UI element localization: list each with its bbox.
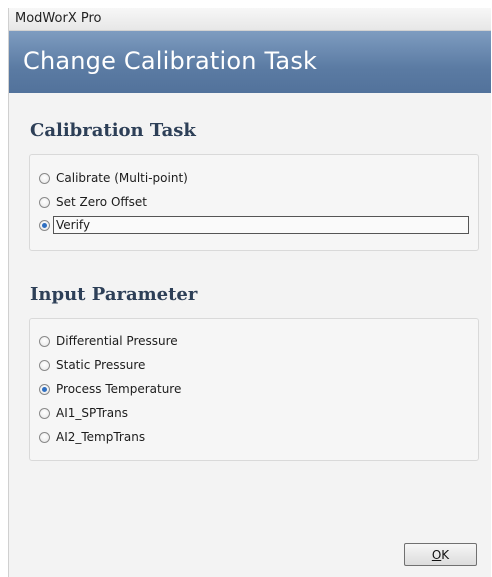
radio-button-icon[interactable] bbox=[39, 431, 50, 443]
radio-option-process-temperature[interactable]: Process Temperature bbox=[39, 379, 181, 399]
focus-rectangle bbox=[53, 216, 469, 234]
radio-label: Static Pressure bbox=[56, 358, 146, 372]
app-title: ModWorX Pro bbox=[15, 11, 102, 26]
radio-option-static-pressure[interactable]: Static Pressure bbox=[39, 355, 145, 375]
calibration-task-group: Calibrate (Multi-point) Set Zero Offset … bbox=[29, 154, 479, 251]
radio-button-icon[interactable] bbox=[39, 359, 50, 371]
radio-button-selected-icon[interactable] bbox=[39, 219, 50, 231]
radio-button-icon[interactable] bbox=[39, 196, 50, 208]
radio-option-ai2-temptrans[interactable]: AI2_TempTrans bbox=[39, 427, 145, 447]
dialog-title: Change Calibration Task bbox=[23, 47, 318, 75]
ok-access-key: O bbox=[431, 547, 442, 562]
ok-label-rest: K bbox=[441, 547, 450, 562]
radio-button-icon[interactable] bbox=[39, 172, 50, 184]
radio-label: Verify bbox=[56, 218, 91, 232]
radio-label: Calibrate (Multi-point) bbox=[56, 171, 188, 185]
header-banner: Change Calibration Task bbox=[9, 31, 491, 93]
radio-label: Set Zero Offset bbox=[56, 195, 148, 209]
input-parameter-heading: Input Parameter bbox=[30, 284, 198, 305]
radio-label: AI2_TempTrans bbox=[56, 430, 146, 444]
radio-option-set-zero-offset[interactable]: Set Zero Offset bbox=[39, 192, 147, 212]
radio-button-icon[interactable] bbox=[39, 407, 50, 419]
radio-label: Process Temperature bbox=[56, 382, 182, 396]
input-parameter-group: Differential Pressure Static Pressure Pr… bbox=[29, 318, 479, 461]
dialog-window: ModWorX Pro Change Calibration Task Cali… bbox=[8, 8, 491, 577]
title-bar[interactable]: ModWorX Pro bbox=[9, 8, 491, 31]
radio-button-selected-icon[interactable] bbox=[39, 383, 50, 395]
radio-option-calibrate-multipoint[interactable]: Calibrate (Multi-point) bbox=[39, 168, 188, 188]
calibration-task-heading: Calibration Task bbox=[30, 120, 196, 141]
radio-option-differential-pressure[interactable]: Differential Pressure bbox=[39, 331, 178, 351]
radio-option-verify[interactable]: Verify bbox=[39, 215, 90, 235]
radio-button-icon[interactable] bbox=[39, 335, 50, 347]
radio-label: AI1_SPTrans bbox=[56, 406, 128, 420]
ok-button[interactable]: OK bbox=[404, 543, 477, 566]
radio-label: Differential Pressure bbox=[56, 334, 178, 348]
radio-option-ai1-sptrans[interactable]: AI1_SPTrans bbox=[39, 403, 128, 423]
